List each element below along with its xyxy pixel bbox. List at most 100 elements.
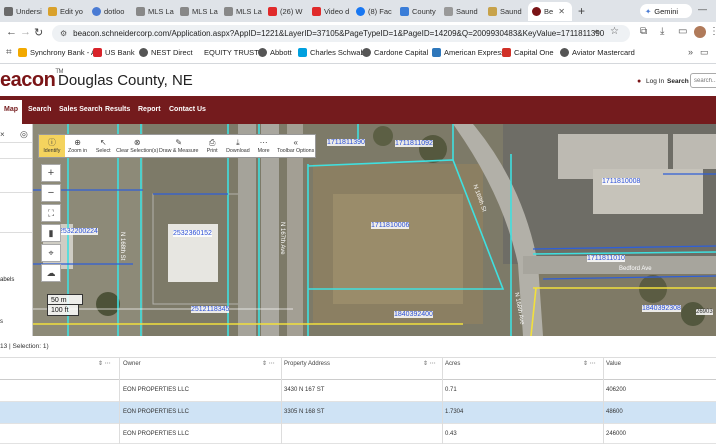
- zoom-out-button[interactable]: −: [41, 184, 61, 202]
- tool-print[interactable]: ⎙ Print: [199, 135, 225, 157]
- parcel-label[interactable]: 1711810008: [602, 178, 641, 185]
- tool-draw-measure[interactable]: ✎ Draw & Measure: [158, 135, 199, 157]
- browser-tab[interactable]: Saund: [484, 2, 528, 21]
- bookmark-item[interactable]: US Bank: [93, 48, 135, 57]
- browser-tab[interactable]: MLS La: [220, 2, 264, 21]
- location-pin-icon[interactable]: ⌖: [41, 244, 61, 262]
- tool-zoom-in[interactable]: ⊕ Zoom in: [65, 135, 91, 157]
- extensions-icon[interactable]: ⧉: [640, 26, 647, 37]
- tool-identify[interactable]: ⓘ Identify: [39, 135, 65, 157]
- street-label: Bedford Ave: [619, 266, 652, 272]
- url-bar[interactable]: ⚙ beacon.schneidercorp.com/Application.as…: [52, 25, 630, 42]
- more-bookmarks-icon[interactable]: »: [688, 47, 693, 57]
- bookmark-item[interactable]: Aviator Mastercard: [560, 48, 635, 57]
- browser-tab[interactable]: County: [396, 2, 440, 21]
- nav-sales-search[interactable]: Sales Search: [59, 106, 103, 113]
- browser-tab[interactable]: Edit yo: [44, 2, 88, 21]
- bookmark-item[interactable]: American Express: [432, 48, 505, 57]
- parcel-label[interactable]: 2532360152: [173, 230, 212, 237]
- sort-menu-icon[interactable]: ⇕ ⋯: [98, 360, 111, 367]
- bookmark-item[interactable]: Capital One: [502, 48, 554, 57]
- parcel-label[interactable]: 2512118345: [191, 306, 230, 313]
- browser-tab[interactable]: (26) W: [264, 2, 308, 21]
- nav-results[interactable]: Results: [105, 106, 130, 113]
- new-tab-icon[interactable]: +: [578, 4, 585, 18]
- nav-search[interactable]: Search: [28, 106, 51, 113]
- layers-icon[interactable]: ☁: [41, 264, 61, 282]
- column-property-address[interactable]: Property Address: [284, 361, 330, 367]
- tab-favicon-icon: [444, 7, 453, 16]
- parcel-label[interactable]: 2532200224: [59, 228, 98, 235]
- layer-label[interactable]: s: [0, 319, 3, 325]
- site-info-icon[interactable]: ⚙: [60, 29, 67, 38]
- window-minimize-icon[interactable]: —: [698, 4, 707, 14]
- reload-icon[interactable]: ↻: [34, 26, 43, 39]
- all-bookmarks-icon[interactable]: ▭: [700, 47, 709, 58]
- panel-close-icon[interactable]: ×: [0, 130, 5, 139]
- bookmark-item[interactable]: Cardone Capital: [362, 48, 428, 57]
- browser-tab[interactable]: Video d: [308, 2, 352, 21]
- sort-menu-icon[interactable]: ⇕ ⋯: [583, 360, 596, 367]
- layers-panel: × ◎ abels s: [0, 124, 33, 336]
- parcel-label[interactable]: 1711811390: [327, 139, 365, 146]
- parcel-label[interactable]: 1840392308: [642, 305, 681, 312]
- close-tab-icon[interactable]: ✕: [558, 7, 565, 16]
- bookmark-item[interactable]: NEST Direct: [139, 48, 193, 57]
- table-row[interactable]: EON PROPERTIES LLC 3430 N 167 ST 0.71 40…: [0, 380, 716, 402]
- parcel-label[interactable]: 26903: [696, 309, 713, 315]
- search-link[interactable]: Search: [667, 78, 689, 85]
- tool-toolbar-options[interactable]: «Toolbar Options: [276, 135, 315, 157]
- browser-tab[interactable]: (8) Fac: [352, 2, 396, 21]
- nav-report[interactable]: Report: [138, 106, 161, 113]
- parcel-label[interactable]: 1840392400: [394, 311, 433, 318]
- browser-tab[interactable]: Saund: [440, 2, 484, 21]
- browser-tab[interactable]: Undersi: [0, 2, 44, 21]
- back-icon[interactable]: ←: [6, 26, 17, 38]
- bookmark-item[interactable]: Charles Schwab: [298, 48, 365, 57]
- site-search-input[interactable]: [690, 73, 716, 88]
- sort-menu-icon[interactable]: ⇕ ⋯: [262, 360, 275, 367]
- cell-owner: EON PROPERTIES LLC: [123, 409, 189, 415]
- login-link[interactable]: Log In: [646, 78, 664, 85]
- beacon-logo[interactable]: eaconTM: [0, 69, 63, 92]
- column-acres[interactable]: Acres: [445, 361, 460, 367]
- column-owner[interactable]: Owner: [123, 361, 141, 367]
- nav-contact-us[interactable]: Contact Us: [169, 106, 206, 113]
- table-row[interactable]: EON PROPERTIES LLC 0.43 246000: [0, 424, 716, 444]
- login-icon[interactable]: ●: [637, 78, 641, 85]
- sort-menu-icon[interactable]: ⇕ ⋯: [423, 360, 436, 367]
- tool-download[interactable]: ⤓ Download: [225, 135, 251, 157]
- bookmark-map-icon[interactable]: ▮: [41, 224, 61, 242]
- zoom-in-button[interactable]: +: [41, 164, 61, 182]
- apps-icon[interactable]: ⌗: [6, 47, 12, 58]
- location-icon[interactable]: ⌖: [594, 27, 599, 38]
- browser-tab-active[interactable]: Be ✕: [528, 2, 572, 21]
- profile-avatar[interactable]: [694, 26, 706, 38]
- forward-icon[interactable]: →: [20, 26, 31, 38]
- fullscreen-icon[interactable]: ⛶: [41, 204, 61, 222]
- bookmark-item[interactable]: Synchrony Bank - A...: [18, 48, 102, 57]
- gemini-button[interactable]: ✦ Gemini: [640, 4, 692, 18]
- nav-map[interactable]: Map: [0, 100, 22, 124]
- parcel-label[interactable]: 1711811010: [587, 255, 625, 262]
- tool-clear-selection[interactable]: ⊗ Clear Selection(s): [116, 135, 158, 157]
- layers-target-icon[interactable]: ◎: [20, 129, 28, 140]
- browser-menu-icon[interactable]: ⋮: [709, 26, 716, 37]
- browser-tab[interactable]: MLS La: [132, 2, 176, 21]
- browser-tab[interactable]: MLS La: [176, 2, 220, 21]
- bookmark-favicon-icon: [139, 48, 148, 57]
- parcel-label[interactable]: 1711810006: [371, 222, 410, 229]
- column-value[interactable]: Value: [606, 361, 621, 367]
- tool-select[interactable]: ↖ Select: [90, 135, 116, 157]
- browser-tab[interactable]: dotloo: [88, 2, 132, 21]
- layer-label[interactable]: abels: [0, 277, 14, 283]
- bookmark-item[interactable]: Abbott: [258, 48, 292, 57]
- downloads-icon[interactable]: ⤓: [660, 26, 664, 37]
- bookmark-star-icon[interactable]: ☆: [610, 26, 619, 37]
- table-row-selected[interactable]: EON PROPERTIES LLC 3305 N 168 ST 1.7304 …: [0, 402, 716, 424]
- bookmark-item[interactable]: EQUITY TRUST: [204, 48, 259, 57]
- column-divider: [281, 380, 282, 402]
- tablet-icon[interactable]: ▭: [678, 26, 687, 37]
- tool-more[interactable]: ⋯ More: [251, 135, 277, 157]
- parcel-label[interactable]: 1711811092: [395, 140, 433, 147]
